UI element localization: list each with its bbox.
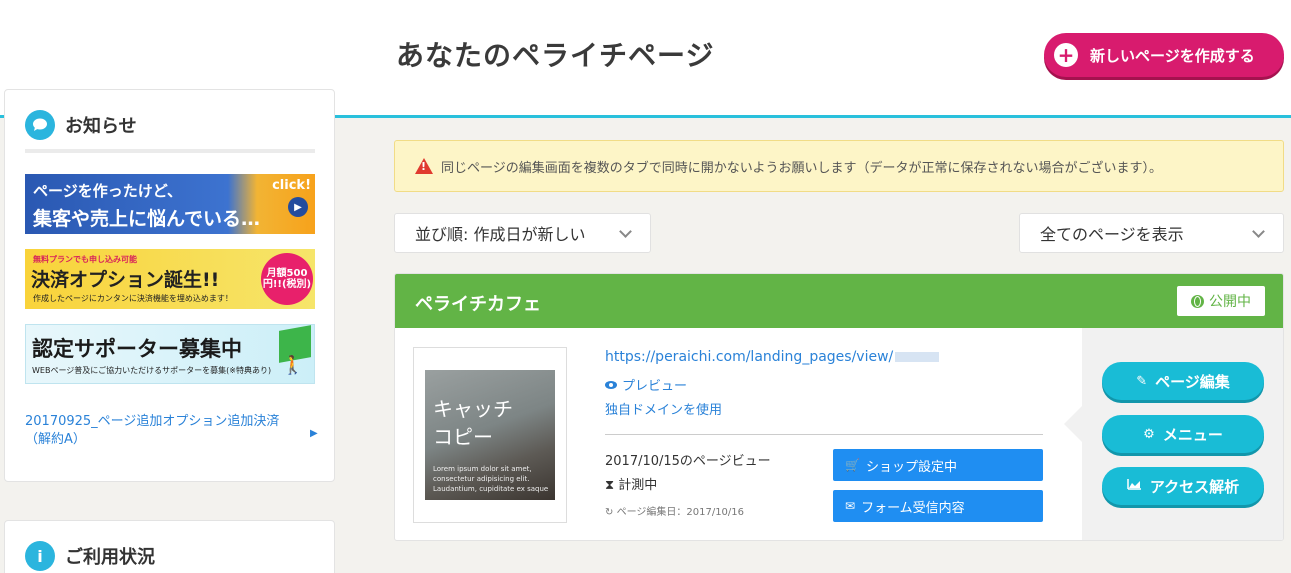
edit-date-label: ページ編集日：2017/10/16 [616, 507, 745, 518]
pencil-icon: ✎ [1136, 373, 1148, 389]
url-redacted [895, 352, 940, 362]
banner-badge: click! [272, 178, 311, 193]
banner-line: 認定サポーター募集中 [32, 337, 242, 361]
news-header: お知らせ [25, 110, 137, 140]
access-label: アクセス解析 [1149, 477, 1240, 496]
divider [605, 434, 1043, 435]
banner-line: 集客や売上に悩んでいる… [33, 208, 261, 230]
usage-title: ご利用状況 [65, 547, 155, 568]
page-url-text: https://peraichi.com/landing_pages/view/ [605, 349, 894, 365]
usage-panel: i ご利用状況 [4, 520, 335, 573]
page-views-label: 2017/10/15のページビュー [605, 454, 771, 469]
menu-button[interactable]: ⚙ メニュー [1102, 415, 1264, 453]
status-badge: 公開中 [1177, 286, 1265, 316]
thumbnail-catch: キャッチ コピー [433, 397, 513, 449]
measuring-label: 計測中 [618, 478, 658, 493]
sort-select-value: 並び順: 作成日が新しい [415, 225, 586, 244]
page-url-link[interactable]: https://peraichi.com/landing_pages/view/ [605, 349, 940, 365]
new-page-button-label: 新しいページを作成する [1090, 46, 1255, 65]
sort-select[interactable]: 並び順: 作成日が新しい [394, 213, 651, 253]
edit-page-button[interactable]: ✎ ページ編集 [1102, 362, 1264, 400]
chevron-down-icon [619, 225, 632, 238]
banner-payment-option[interactable]: 無料プランでも申し込み可能 決済オプション誕生!! 作成したページにカンタンに決… [25, 249, 315, 309]
shop-button-label: ショップ設定中 [865, 459, 957, 475]
page-thumbnail: キャッチ コピー Lorem ipsum dolor sit amet, con… [425, 370, 555, 500]
chevron-right-icon: ▶ [310, 428, 318, 439]
warning-icon [415, 158, 433, 174]
edit-date: ↻ ページ編集日：2017/10/16 [605, 503, 744, 518]
gear-icon: ⚙ [1143, 426, 1155, 442]
banner-line: WEBページ普及にご協力いただけるサポーターを募集(※特典あり) [32, 366, 272, 375]
status-label: 公開中 [1209, 294, 1251, 310]
usage-header: i ご利用状況 [25, 541, 155, 571]
new-page-button[interactable]: + 新しいページを作成する [1044, 33, 1284, 77]
edit-page-label: ページ編集 [1155, 372, 1230, 391]
banner-line: 無料プランでも申し込み可能 [33, 255, 137, 264]
page-card-header: ペライチカフェ 公開中 [395, 274, 1283, 328]
info-icon: i [25, 541, 55, 571]
banner-supporter[interactable]: 認定サポーター募集中 WEBページ普及にご協力いただけるサポーターを募集(※特典… [25, 324, 315, 384]
hourglass-icon: ⧗ [605, 478, 615, 493]
divider [25, 149, 315, 153]
speech-bubble-icon [25, 110, 55, 140]
news-panel: お知らせ ページを作ったけど、 集客や売上に悩んでいる… click! ▶ 無料… [4, 89, 335, 482]
thumbnail-lorem: Lorem ipsum dolor sit amet, consectetur … [433, 465, 549, 493]
chevron-down-icon [1252, 225, 1265, 238]
cart-icon: 🛒 [845, 458, 860, 472]
banner-price: 月額500円!!(税別) [261, 253, 313, 305]
area-chart-icon [1127, 478, 1142, 494]
person-icon: 🚶 [281, 355, 304, 376]
menu-label: メニュー [1162, 425, 1223, 444]
action-panel: ✎ ページ編集 ⚙ メニュー アクセス解析 [1064, 328, 1283, 540]
form-inbox-button[interactable]: ✉ フォーム受信内容 [833, 490, 1043, 522]
custom-domain-link[interactable]: 独自ドメインを使用 [605, 399, 722, 418]
banner-consulting[interactable]: ページを作ったけど、 集客や売上に悩んでいる… click! ▶ [25, 174, 315, 234]
globe-icon [1191, 294, 1204, 308]
play-icon: ▶ [288, 197, 308, 217]
refresh-icon: ↻ [605, 507, 614, 518]
page-card: ペライチカフェ 公開中 キャッチ コピー Lorem ipsum dolor s… [394, 273, 1284, 541]
access-analytics-button[interactable]: アクセス解析 [1102, 467, 1264, 505]
preview-label: プレビュー [622, 379, 688, 394]
filter-select[interactable]: 全てのページを表示 [1019, 213, 1284, 253]
measuring-status: ⧗ 計測中 [605, 474, 657, 493]
notice-text: 同じページの編集画面を複数のタブで同時に開かないようお願いします（データが正常に… [441, 160, 1162, 176]
page-card-title[interactable]: ペライチカフェ [415, 290, 541, 316]
shop-settings-button[interactable]: 🛒 ショップ設定中 [833, 449, 1043, 481]
page-title: あなたのペライチページ [396, 39, 715, 72]
banner-line: 作成したページにカンタンに決済機能を埋め込めます！ [33, 294, 233, 303]
banner-line: ページを作ったけど、 [33, 182, 182, 200]
preview-link[interactable]: プレビュー [605, 375, 687, 394]
plus-icon: + [1054, 43, 1078, 67]
banner-line: 決済オプション誕生!! [31, 269, 220, 291]
page-thumbnail-frame[interactable]: キャッチ コピー Lorem ipsum dolor sit amet, con… [413, 347, 567, 523]
news-title: お知らせ [65, 116, 137, 137]
envelope-icon: ✉ [845, 499, 856, 513]
warning-notice: 同じページの編集画面を複数のタブで同時に開かないようお願いします（データが正常に… [394, 140, 1284, 192]
filter-select-value: 全てのページを表示 [1040, 225, 1184, 244]
form-button-label: フォーム受信内容 [861, 500, 965, 516]
news-link[interactable]: 20170925_ページ追加オプション追加決済（解約A） [25, 413, 295, 449]
eye-icon [605, 380, 617, 389]
